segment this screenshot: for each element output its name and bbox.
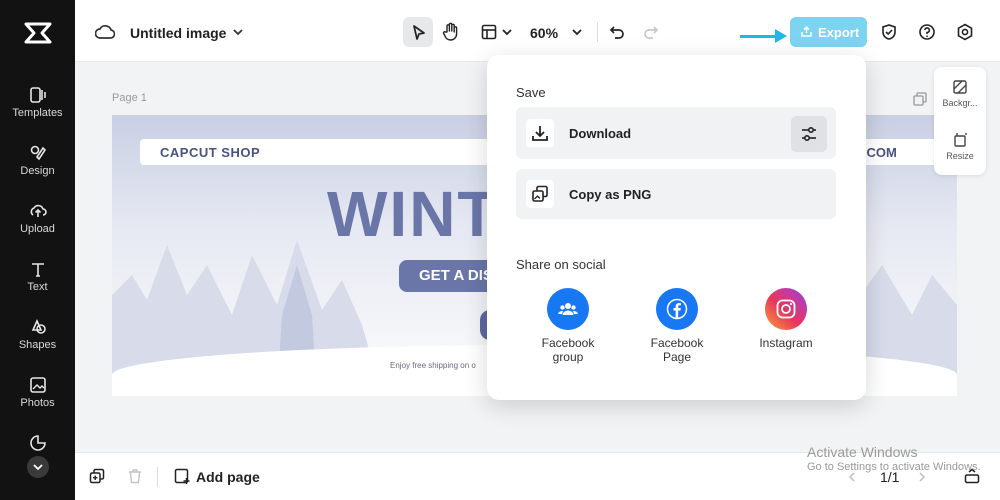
export-upload-icon bbox=[801, 25, 812, 37]
instagram-icon bbox=[776, 299, 796, 319]
add-page-button[interactable]: Add page bbox=[196, 469, 260, 485]
facebook-group-circle bbox=[547, 288, 589, 330]
background-icon bbox=[953, 80, 967, 94]
facebook-page-circle bbox=[656, 288, 698, 330]
cursor-arrow-icon bbox=[413, 25, 425, 40]
instagram-circle bbox=[765, 288, 807, 330]
zoom-level[interactable]: 60% bbox=[530, 25, 558, 41]
chevron-down-icon[interactable] bbox=[501, 27, 513, 37]
hand-pan-icon[interactable] bbox=[442, 22, 460, 42]
text-icon bbox=[31, 263, 44, 277]
layout-icon[interactable] bbox=[481, 24, 497, 40]
duplicate-icon[interactable] bbox=[89, 468, 105, 484]
bottom-divider bbox=[157, 467, 158, 487]
share-instagram[interactable]: Instagram bbox=[741, 288, 831, 350]
top-toolbar: Untitled image 60% Export bbox=[75, 0, 1000, 62]
add-page-icon[interactable] bbox=[174, 468, 191, 485]
shapes-icon bbox=[31, 319, 46, 334]
facebook-icon bbox=[666, 298, 688, 320]
export-dropdown: Save Download Copy as PNG Share on socia… bbox=[487, 55, 866, 400]
sidebar-item-text[interactable]: Text bbox=[0, 260, 75, 310]
sidebar-item-label: Design bbox=[20, 165, 55, 177]
download-icon bbox=[532, 126, 548, 141]
more-tools-icon[interactable] bbox=[29, 434, 47, 452]
page-label: Page 1 bbox=[112, 92, 147, 104]
windows-activation-subtitle: Go to Settings to activate Windows. bbox=[807, 461, 981, 473]
trash-icon[interactable] bbox=[127, 468, 143, 484]
sidebar-item-photos[interactable]: Photos bbox=[0, 376, 75, 426]
facebook-page-label-1: Facebook bbox=[650, 336, 704, 350]
pointer-arrow-head bbox=[775, 29, 787, 43]
resize-tool-label: Resize bbox=[946, 151, 974, 161]
windows-activation-title: Activate Windows bbox=[807, 444, 918, 460]
shipping-text: Enjoy free shipping on o bbox=[390, 361, 476, 370]
sidebar-item-label: Templates bbox=[12, 107, 63, 119]
sidebar-scroll-down-button[interactable] bbox=[27, 456, 49, 478]
instagram-label: Instagram bbox=[759, 336, 813, 350]
help-icon[interactable] bbox=[918, 23, 936, 41]
sidebar-item-shapes[interactable]: Shapes bbox=[0, 318, 75, 368]
right-tools-panel: Backgr... Resize bbox=[934, 67, 986, 175]
copy-image-icon bbox=[532, 185, 548, 202]
resize-tool[interactable]: Resize bbox=[934, 132, 986, 161]
chevron-down-icon bbox=[33, 464, 43, 471]
redo-icon[interactable] bbox=[643, 24, 659, 40]
headline-text: WINT bbox=[327, 178, 499, 250]
sliders-icon bbox=[802, 126, 816, 142]
duplicate-page-icon[interactable] bbox=[913, 92, 927, 106]
select-tool-button[interactable] bbox=[403, 17, 433, 47]
download-icon-box bbox=[526, 119, 554, 147]
design-icon bbox=[30, 145, 46, 161]
download-settings-button[interactable] bbox=[791, 116, 827, 152]
share-facebook-page[interactable]: Facebook Page bbox=[632, 288, 722, 364]
toolbar-divider bbox=[597, 22, 598, 42]
facebook-group-label-1: Facebook bbox=[541, 336, 595, 350]
settings-icon[interactable] bbox=[956, 23, 974, 41]
copy-as-png-label: Copy as PNG bbox=[569, 187, 652, 202]
undo-icon[interactable] bbox=[609, 24, 625, 40]
facebook-page-label-2: Page bbox=[662, 350, 692, 364]
save-section-label: Save bbox=[516, 85, 546, 100]
shop-name-text: CAPCUT SHOP bbox=[160, 145, 261, 160]
share-facebook-group[interactable]: Facebook group bbox=[523, 288, 613, 364]
shield-check-icon[interactable] bbox=[880, 23, 898, 41]
copy-icon-box bbox=[526, 180, 554, 208]
resize-icon bbox=[954, 133, 967, 147]
export-button[interactable]: Export bbox=[790, 17, 867, 47]
discount-text: GET A DIS bbox=[419, 267, 493, 284]
sidebar-item-label: Text bbox=[27, 281, 48, 293]
document-title[interactable]: Untitled image bbox=[130, 25, 226, 41]
sidebar-item-label: Photos bbox=[20, 397, 55, 409]
sidebar-item-design[interactable]: Design bbox=[0, 144, 75, 194]
left-sidebar: Templates Design Upload Text Shapes Phot… bbox=[0, 0, 75, 500]
export-button-label: Export bbox=[818, 25, 860, 40]
share-section-label: Share on social bbox=[516, 257, 606, 272]
download-label: Download bbox=[569, 126, 632, 141]
download-option[interactable]: Download bbox=[516, 107, 836, 159]
cloud-sync-icon[interactable] bbox=[95, 23, 115, 41]
templates-icon bbox=[29, 87, 46, 103]
sidebar-item-label: Upload bbox=[20, 223, 55, 235]
pointer-arrow-annotation bbox=[740, 35, 778, 38]
shop-name-bar: CAPCUT SHOP bbox=[140, 139, 500, 165]
sidebar-item-upload[interactable]: Upload bbox=[0, 202, 75, 252]
chevron-down-icon[interactable] bbox=[571, 27, 583, 37]
sidebar-item-label: Shapes bbox=[18, 339, 57, 351]
photos-icon bbox=[29, 377, 46, 393]
upload-icon bbox=[30, 204, 47, 217]
chevron-down-icon[interactable] bbox=[232, 27, 244, 37]
copy-as-png-option[interactable]: Copy as PNG bbox=[516, 169, 836, 219]
background-tool[interactable]: Backgr... bbox=[934, 79, 986, 108]
facebook-group-label-2: group bbox=[552, 350, 584, 364]
group-icon bbox=[558, 303, 578, 315]
sidebar-item-templates[interactable]: Templates bbox=[0, 86, 75, 136]
background-tool-label: Backgr... bbox=[942, 98, 978, 108]
capcut-logo[interactable] bbox=[22, 18, 54, 48]
